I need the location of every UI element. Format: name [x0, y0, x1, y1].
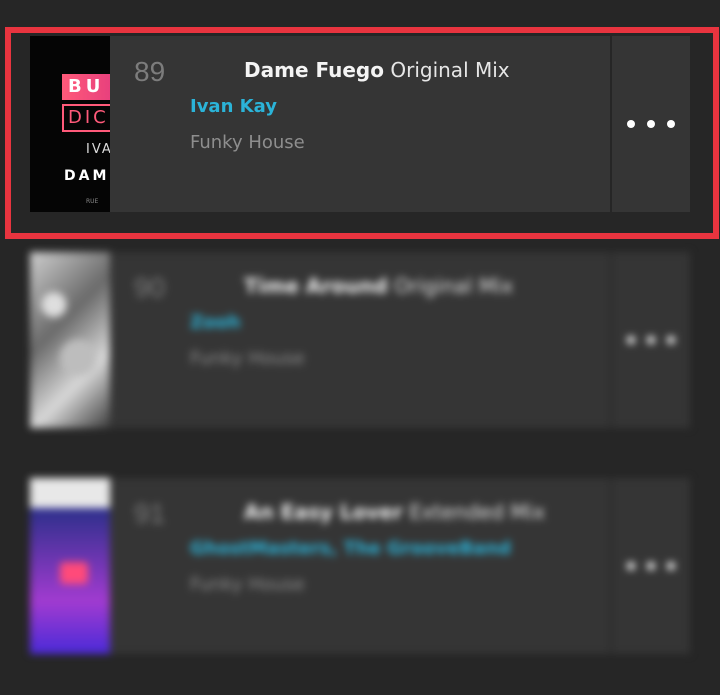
more-dots-icon [647, 562, 655, 570]
more-options-button[interactable] [610, 478, 690, 654]
track-genre-link[interactable]: Funky House [190, 574, 305, 595]
more-dots-icon [627, 336, 635, 344]
album-art[interactable] [30, 252, 110, 428]
album-art-text: RUE [86, 198, 99, 205]
more-dots-icon [627, 120, 635, 128]
track-list: BU DIC IVA DAM RUE 89 Dame Fuego Origina… [0, 0, 720, 695]
album-art-graphic [60, 562, 88, 584]
track-name: Time Around [244, 274, 388, 298]
track-mix: Original Mix [390, 58, 510, 82]
track-mix: Original Mix [394, 274, 514, 298]
track-genre-link[interactable]: Funky House [190, 132, 305, 153]
album-art[interactable] [30, 478, 110, 654]
track-number: 89 [134, 56, 166, 87]
track-genre-link[interactable]: Funky House [190, 348, 305, 369]
track-artist-link[interactable]: Ivan Kay [190, 96, 277, 117]
more-dots-icon [667, 336, 675, 344]
track-row-time-around[interactable]: 90 Time Around Original Mix Zooh Funky H… [30, 252, 690, 428]
track-title[interactable]: Dame Fuego Original Mix [244, 58, 510, 82]
track-number: 90 [134, 272, 166, 303]
track-number: 91 [134, 498, 166, 529]
more-options-button[interactable] [610, 252, 690, 428]
track-artist-link[interactable]: GhostMasters, The GrooveBand [190, 538, 511, 559]
more-dots-icon [647, 120, 655, 128]
track-name: An Easy Lover [244, 500, 403, 524]
album-art-text: BU [62, 74, 110, 100]
track-name: Dame Fuego [244, 58, 384, 82]
album-art-text: DIC [62, 104, 110, 132]
more-dots-icon [627, 562, 635, 570]
album-art-text: IVA [86, 142, 110, 157]
album-art-text: DAM [64, 168, 110, 184]
more-dots-icon [667, 562, 675, 570]
more-dots-icon [647, 336, 655, 344]
track-title[interactable]: An Easy Lover Extended Mix [244, 500, 545, 524]
track-title[interactable]: Time Around Original Mix [244, 274, 513, 298]
more-options-button[interactable] [610, 36, 690, 212]
album-art[interactable]: BU DIC IVA DAM RUE [30, 36, 110, 212]
track-row-dame-fuego[interactable]: BU DIC IVA DAM RUE 89 Dame Fuego Origina… [30, 36, 690, 212]
track-mix: Extended Mix [409, 500, 546, 524]
more-dots-icon [667, 120, 675, 128]
track-row-an-easy-lover[interactable]: 91 An Easy Lover Extended Mix GhostMaste… [30, 478, 690, 654]
track-artist-link[interactable]: Zooh [190, 312, 241, 333]
